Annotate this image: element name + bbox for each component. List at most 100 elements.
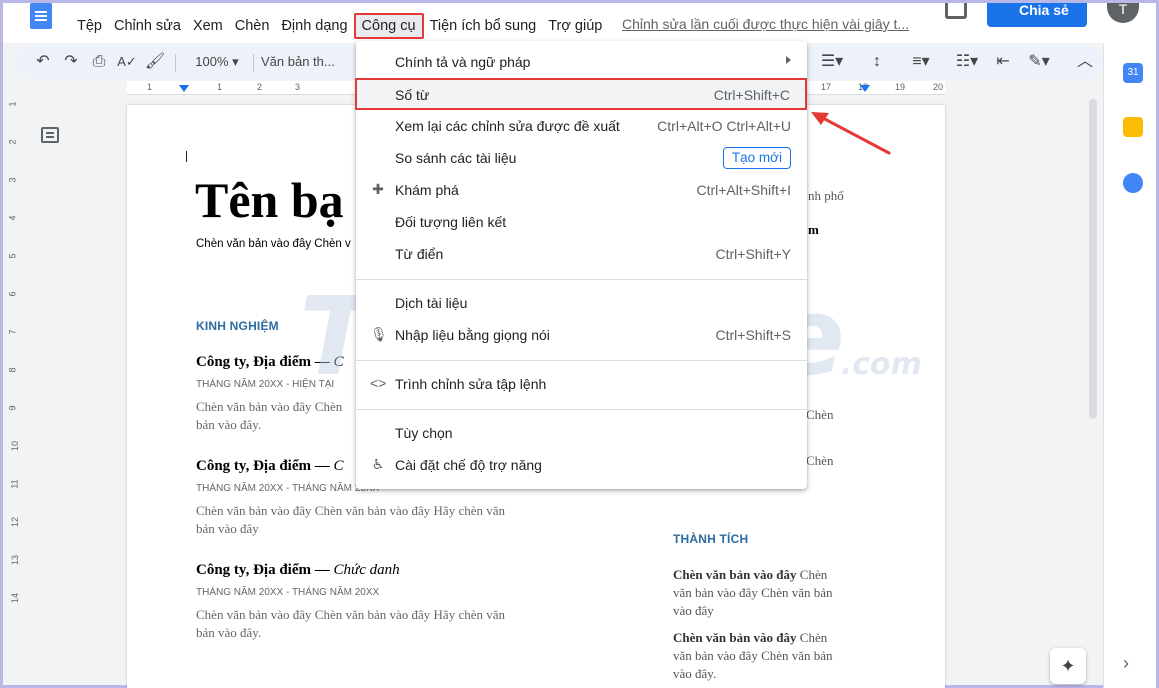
line-spacing-icon[interactable]: ↕ <box>865 45 889 79</box>
menu-item-label: Từ điển <box>395 246 444 262</box>
side-text[interactable]: Chèn <box>806 452 833 470</box>
job-role: C <box>333 354 344 370</box>
menu-item-shortcut: Ctrl+Alt+Shift+I <box>696 182 791 198</box>
job-title[interactable]: Công ty, Địa điểm — Chức danh <box>196 562 400 579</box>
chevron-right-icon[interactable]: › <box>1123 653 1129 674</box>
job-description[interactable]: Chèn văn bản vào đây Chèn văn bản vào đâ… <box>196 606 546 642</box>
menu-format[interactable]: Định dạng <box>275 15 353 37</box>
achievement-bold: Chèn văn bản vào đây <box>673 630 797 645</box>
ruler-number: 19 <box>895 82 906 92</box>
annotation-arrow-icon <box>811 112 891 155</box>
ruler-number: 12 <box>10 516 21 528</box>
document-subtitle[interactable]: Chèn văn bản vào đây Chèn v <box>196 238 351 250</box>
undo-icon[interactable]: ↶ <box>31 45 55 79</box>
menu-divider <box>356 360 807 361</box>
paint-format-icon[interactable]: 🖌 <box>143 45 167 79</box>
docs-logo-icon[interactable] <box>30 3 52 29</box>
menu-item-explore[interactable]: ✚ Khám phá Ctrl+Alt+Shift+I <box>356 175 807 205</box>
align-icon[interactable]: ☰▾ <box>817 45 847 79</box>
menu-file[interactable]: Tệp <box>71 15 108 37</box>
zoom-value: 100% <box>195 54 229 69</box>
achievement-text: vào đây <box>673 603 714 618</box>
menu-item-label: Tùy chọn <box>395 425 453 441</box>
menu-item-word-count[interactable]: Số từ Ctrl+Shift+C <box>355 78 807 110</box>
code-icon: <> <box>370 375 387 391</box>
achievement-text: Chèn <box>796 567 828 582</box>
explore-icon: ✚ <box>372 181 384 197</box>
achievement-text: văn bản vào đây Chèn văn bản <box>673 648 833 663</box>
menu-item-accessibility-settings[interactable]: ♿ Cài đặt chế độ trợ năng <box>356 450 807 480</box>
document-outline-icon[interactable] <box>41 127 59 143</box>
menu-view[interactable]: Xem <box>187 15 229 37</box>
side-text[interactable]: nh phố <box>808 187 844 205</box>
menu-item-label: Xem lại các chỉnh sửa được đề xuất <box>395 118 620 134</box>
bulleted-list-icon[interactable]: ☷▾ <box>949 45 985 79</box>
vertical-ruler[interactable]: 1 2 3 4 5 6 7 8 9 10 11 12 13 14 <box>7 99 21 688</box>
section-heading-achievements[interactable]: THÀNH TÍCH <box>673 532 748 546</box>
toolbar-divider <box>175 54 176 72</box>
ruler-number: 1 <box>147 82 153 92</box>
print-icon[interactable]: ⎙ <box>87 45 111 79</box>
achievement-item[interactable]: Chèn văn bản vào đây Chèn văn bản vào đâ… <box>673 566 833 620</box>
style-select[interactable]: Văn bản th... <box>261 45 353 79</box>
side-text[interactable]: Chèn <box>806 406 833 424</box>
job-title[interactable]: Công ty, Địa điểm — C <box>196 458 344 475</box>
side-text[interactable]: m <box>808 221 819 239</box>
scrollbar[interactable] <box>1089 99 1097 419</box>
decrease-indent-icon[interactable]: ⇤ <box>991 45 1015 79</box>
indent-marker-icon[interactable] <box>179 85 189 92</box>
section-heading-experience[interactable]: KINH NGHIỆM <box>196 319 279 333</box>
job-date[interactable]: THÁNG NĂM 20XX - THÁNG NĂM 20XX <box>196 587 379 598</box>
menu-item-voice-typing[interactable]: 🎙 Nhập liệu bằng giọng nói Ctrl+Shift+S <box>356 320 807 350</box>
keep-icon[interactable] <box>1123 117 1143 137</box>
job-date[interactable]: THÁNG NĂM 20XX - HIỆN TẠI <box>196 379 334 390</box>
explore-icon[interactable]: ✦ <box>1050 648 1086 684</box>
menu-item-spelling-grammar[interactable]: Chính tả và ngữ pháp <box>356 47 807 77</box>
menu-item-shortcut: Ctrl+Shift+S <box>715 327 791 343</box>
menu-item-dictionary[interactable]: Từ điển Ctrl+Shift+Y <box>356 239 807 269</box>
submenu-arrow-icon <box>786 56 791 64</box>
document-title[interactable]: Tên bạ <box>195 171 344 229</box>
ruler-number: 4 <box>7 215 18 221</box>
ruler-number: 13 <box>10 554 21 566</box>
menu-item-linked-objects[interactable]: Đối tượng liên kết <box>356 207 807 237</box>
calendar-icon[interactable]: 31 <box>1123 63 1143 83</box>
ruler-number: 1 <box>217 82 223 92</box>
ruler-number: 3 <box>295 82 301 92</box>
menu-item-translate-document[interactable]: Dịch tài liệu <box>356 288 807 318</box>
job-description[interactable]: Chèn văn bản vào đây Chèn văn bản vào đâ… <box>196 502 546 538</box>
last-edit-link[interactable]: Chỉnh sửa lần cuối được thực hiện vài gi… <box>622 16 909 32</box>
achievement-item[interactable]: Chèn văn bản vào đây Chèn văn bản vào đâ… <box>673 629 833 683</box>
menu-help[interactable]: Trợ giúp <box>542 15 608 37</box>
style-value: Văn bản th... <box>261 54 335 69</box>
menu-item-label: Cài đặt chế độ trợ năng <box>395 457 542 473</box>
job-title[interactable]: Công ty, Địa điểm — C <box>196 354 344 371</box>
right-indent-marker-icon[interactable] <box>860 85 870 92</box>
menu-item-label: Trình chỉnh sửa tập lệnh <box>395 376 547 392</box>
ruler-number: 7 <box>7 329 18 335</box>
redo-icon[interactable]: ↷ <box>59 45 83 79</box>
menu-item-review-suggested-edits[interactable]: Xem lại các chỉnh sửa được đề xuất Ctrl+… <box>356 111 807 141</box>
share-button[interactable]: Chia sẻ <box>987 3 1087 27</box>
tasks-icon[interactable] <box>1123 173 1143 193</box>
menu-tools[interactable]: Công cụ <box>353 13 424 39</box>
numbered-list-icon[interactable]: ≡▾ <box>903 45 939 79</box>
edit-mode-icon[interactable]: ✎▾ <box>1021 45 1057 79</box>
comment-history-icon[interactable] <box>945 3 967 19</box>
menu-insert[interactable]: Chèn <box>229 15 276 37</box>
zoom-select[interactable]: 100% ▾ <box>187 45 247 79</box>
ruler-number: 6 <box>7 291 18 297</box>
job-date[interactable]: THÁNG NĂM 20XX - THÁNG NĂM 20XX <box>196 483 379 494</box>
spellcheck-icon[interactable]: A✓ <box>115 45 139 79</box>
menu-addons[interactable]: Tiện ích bổ sung <box>424 15 543 37</box>
job-role: Chức danh <box>333 562 400 578</box>
ruler-number: 11 <box>9 479 20 489</box>
menu-item-script-editor[interactable]: <> Trình chỉnh sửa tập lệnh <box>356 369 807 399</box>
collapse-icon[interactable]: ︿ <box>1073 45 1097 79</box>
menu-item-compare-documents[interactable]: So sánh các tài liệu Tạo mới <box>356 143 807 173</box>
ruler-number: 2 <box>7 139 18 145</box>
menu-edit[interactable]: Chỉnh sửa <box>108 15 187 37</box>
job-company: Công ty, Địa điểm — <box>196 562 334 578</box>
avatar[interactable]: T <box>1107 2 1139 23</box>
menu-item-preferences[interactable]: Tùy chọn <box>356 418 807 448</box>
